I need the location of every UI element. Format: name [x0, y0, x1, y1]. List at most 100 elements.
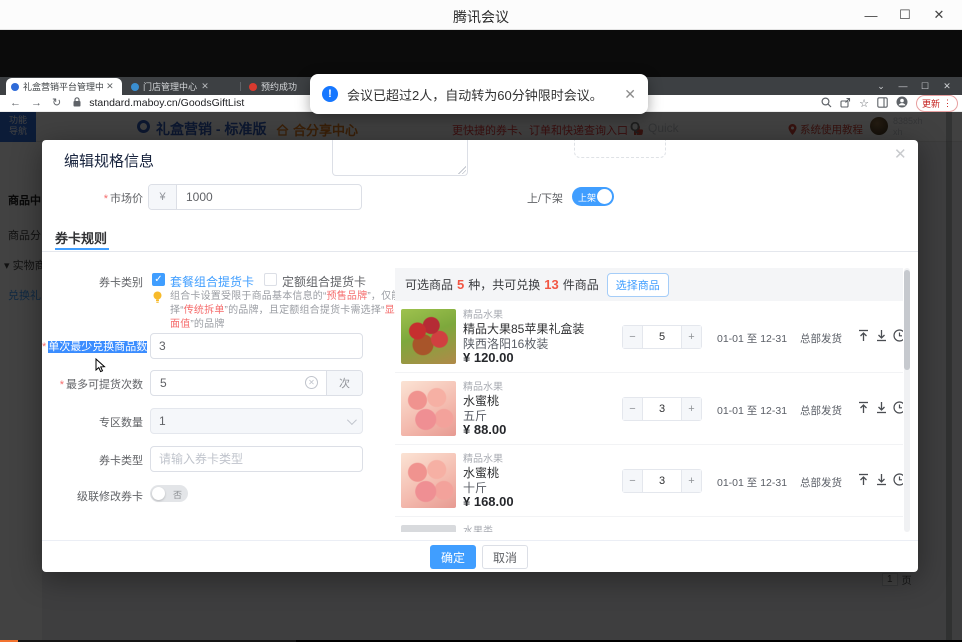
product-brand: 精品水果	[463, 306, 503, 321]
upload-fragment[interactable]	[574, 140, 666, 158]
close-button[interactable]: ✕	[922, 0, 956, 30]
shelf-toggle[interactable]: 上架	[572, 187, 614, 206]
move-to-top-icon[interactable]	[857, 329, 870, 342]
resize-handle[interactable]	[458, 166, 466, 174]
card-kind-input[interactable]	[150, 446, 363, 472]
minus-button[interactable]: −	[623, 470, 643, 492]
checkbox-combo-card[interactable]: ✓	[152, 273, 165, 286]
browser-close-button[interactable]: ✕	[936, 81, 958, 92]
quantity-value[interactable]: 3	[643, 398, 681, 420]
url-text[interactable]: standard.maboy.cn/GoodsGiftList	[89, 97, 244, 109]
quantity-value[interactable]: 3	[643, 470, 681, 492]
product-price: ¥ 120.00	[463, 350, 514, 365]
move-to-top-icon[interactable]	[857, 473, 870, 486]
max-pickup-value[interactable]: 5	[160, 376, 167, 390]
toast-close-icon[interactable]: ✕	[624, 86, 636, 103]
tab-card-rules[interactable]: 券卡规则	[55, 228, 107, 247]
product-brand: 精品水果	[463, 450, 503, 465]
shelf-label: 上/下架	[527, 190, 563, 206]
product-price: ¥ 168.00	[463, 494, 514, 509]
quantity-stepper[interactable]: − 5 +	[622, 325, 702, 349]
zone-count-select[interactable]: 1	[150, 408, 363, 434]
valid-date-range: 01-01 至 12-31	[717, 331, 787, 346]
market-price-input[interactable]: ¥ 1000	[148, 184, 362, 210]
move-to-bottom-icon[interactable]	[875, 329, 888, 342]
modal-title: 编辑规格信息	[64, 150, 154, 171]
browser-maximize-button[interactable]: ☐	[914, 81, 936, 92]
ship-source: 总部发货	[800, 475, 842, 490]
market-price-value[interactable]: 1000	[177, 185, 361, 209]
zone-count-label: 专区数量	[42, 414, 143, 430]
chevron-down-icon[interactable]: ⌄	[870, 81, 892, 92]
min-exchange-input[interactable]	[150, 333, 363, 359]
plus-button[interactable]: +	[681, 470, 701, 492]
selected-text: 单次最少兑换商品数	[48, 341, 147, 353]
ship-source: 总部发货	[800, 331, 842, 346]
browser-minimize-button[interactable]: —	[892, 81, 914, 91]
clock-icon[interactable]	[893, 401, 903, 414]
maximize-button[interactable]: ☐	[888, 0, 922, 30]
tab-active-underline	[55, 248, 109, 250]
minimize-button[interactable]: —	[854, 0, 888, 30]
move-to-bottom-icon[interactable]	[875, 473, 888, 486]
zoom-icon[interactable]	[821, 95, 832, 113]
cancel-button[interactable]: 取消	[482, 545, 528, 569]
description-textarea-fragment[interactable]	[332, 140, 468, 176]
menu-dots-icon[interactable]: ⋮	[943, 98, 952, 109]
confirm-button[interactable]: 确定	[430, 545, 476, 569]
plus-button[interactable]: +	[681, 326, 701, 348]
share-icon[interactable]	[840, 95, 851, 113]
toggle-knob	[152, 487, 165, 500]
clear-icon[interactable]: ✕	[305, 376, 318, 389]
move-to-bottom-icon[interactable]	[875, 401, 888, 414]
side-panel-icon[interactable]	[877, 95, 888, 113]
max-pickup-input[interactable]: 5 ✕ 次	[150, 370, 363, 396]
product-image	[401, 453, 456, 508]
select-goods-button[interactable]: 选择商品	[607, 273, 669, 297]
max-pickup-label: *最多可提货次数	[42, 376, 143, 392]
plus-button[interactable]: +	[681, 398, 701, 420]
unit-suffix: 次	[326, 371, 362, 395]
profile-icon[interactable]	[896, 95, 908, 113]
product-image	[401, 309, 456, 364]
cascade-modify-toggle[interactable]: 否	[150, 485, 188, 502]
ship-source: 总部发货	[800, 403, 842, 418]
combo-card-label[interactable]: 套餐组合提货卡	[170, 273, 254, 290]
quantity-value[interactable]: 5	[643, 326, 681, 348]
kinds-count: 5	[457, 277, 464, 292]
modal-footer: 确定 取消	[42, 540, 918, 572]
min-exchange-label: *单次最少兑换商品数	[42, 338, 143, 354]
minus-button[interactable]: −	[623, 326, 643, 348]
tab-close-icon[interactable]: ✕	[197, 81, 213, 92]
tab-gift-admin[interactable]: 礼盒营销平台管理中心 ✕	[6, 78, 122, 95]
tab-store-admin[interactable]: 门店管理中心 ✕	[126, 78, 238, 95]
product-row: 水果类	[395, 517, 903, 532]
shelf-toggle-state: 上架	[578, 191, 596, 204]
tab-label: 门店管理中心	[143, 80, 197, 93]
edit-spec-modal: 编辑规格信息 ✕ *市场价 ¥ 1000 上/下架 上架 券卡规则	[42, 140, 918, 572]
quantity-stepper[interactable]: − 3 +	[622, 397, 702, 421]
cascade-modify-label: 级联修改券卡	[42, 488, 143, 504]
update-button[interactable]: 更新 ⋮	[916, 95, 958, 112]
fixed-card-label[interactable]: 定额组合提货卡	[282, 273, 366, 290]
minus-button[interactable]: −	[623, 398, 643, 420]
shared-screen: 礼盒营销平台管理中心 ✕ 门店管理中心 ✕ 预约成功 ⌄ — ☐ ✕ ←	[0, 30, 962, 614]
clock-icon[interactable]	[893, 473, 903, 486]
forward-icon[interactable]: →	[31, 98, 42, 109]
product-row: 精品水果 水蜜桃 十斤 ¥ 168.00 − 3 + 01-01 至 12-31…	[395, 445, 903, 517]
tab-label: 礼盒营销平台管理中心	[23, 80, 103, 93]
modal-close-icon[interactable]: ✕	[894, 145, 907, 163]
product-brand: 精品水果	[463, 378, 503, 393]
back-icon[interactable]: ←	[10, 98, 21, 109]
quantity-stepper[interactable]: − 3 +	[622, 469, 702, 493]
bookmark-star-icon[interactable]: ☆	[859, 97, 869, 110]
browser-window-controls: ⌄ — ☐ ✕	[870, 77, 958, 95]
reload-icon[interactable]: ↻	[52, 98, 61, 109]
move-to-top-icon[interactable]	[857, 401, 870, 414]
product-list-scrollbar[interactable]	[904, 268, 910, 532]
checkbox-fixed-card[interactable]	[264, 273, 277, 286]
valid-date-range: 01-01 至 12-31	[717, 475, 787, 490]
product-list: 精品水果 精品大果85苹果礼盒装 陕西洛阳16枚装 ¥ 120.00 − 5 +…	[395, 301, 903, 532]
tab-close-icon[interactable]: ✕	[103, 81, 117, 92]
clock-icon[interactable]	[893, 329, 903, 342]
